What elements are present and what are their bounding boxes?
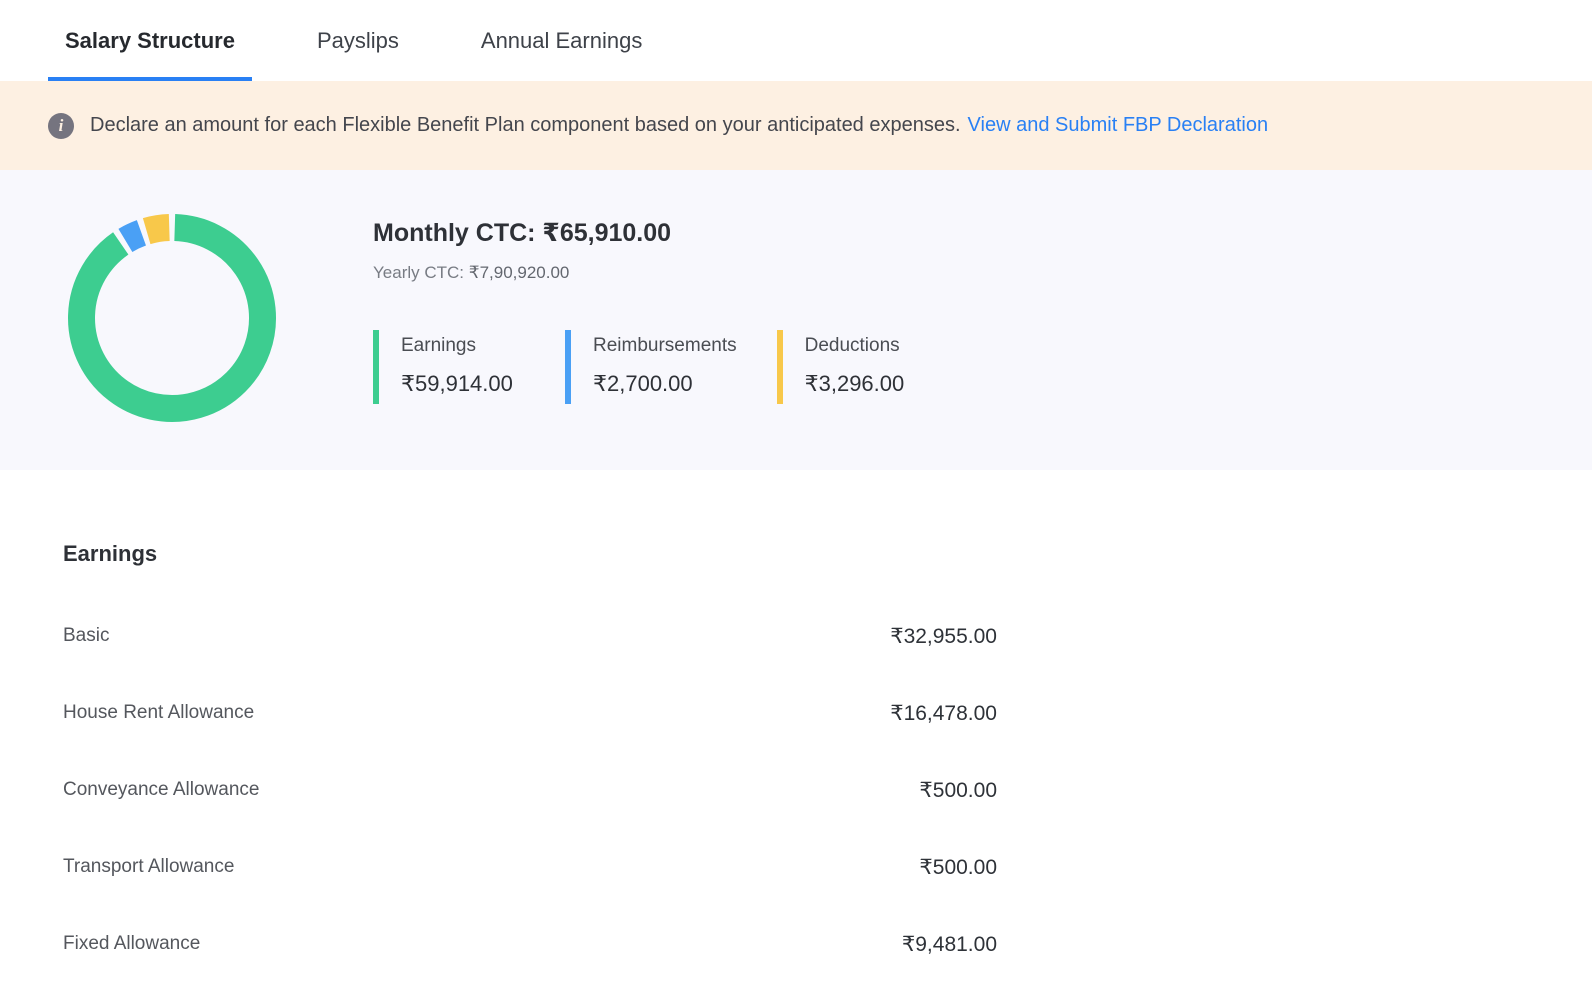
earnings-section-title: Earnings	[63, 540, 1592, 567]
stat-earnings-label: Earnings	[401, 335, 525, 357]
fbp-info-banner: i Declare an amount for each Flexible Be…	[0, 81, 1592, 170]
row-label: Conveyance Allowance	[63, 779, 259, 801]
stat-reimbursements-value: ₹2,700.00	[593, 371, 737, 397]
stat-earnings-value: ₹59,914.00	[401, 371, 525, 397]
earnings-row-conveyance: Conveyance Allowance ₹500.00	[63, 778, 997, 802]
earnings-section: Earnings Basic ₹32,955.00 House Rent All…	[0, 540, 1592, 956]
earnings-row-basic: Basic ₹32,955.00	[63, 624, 997, 648]
fbp-declaration-link[interactable]: View and Submit FBP Declaration	[968, 114, 1269, 137]
monthly-ctc: Monthly CTC: ₹65,910.00	[373, 218, 969, 248]
donut-svg	[66, 212, 278, 424]
donut-segment-reimbursements	[125, 233, 141, 241]
row-label: Fixed Allowance	[63, 933, 200, 955]
fbp-banner-text: Declare an amount for each Flexible Bene…	[90, 114, 961, 137]
stat-deductions-value: ₹3,296.00	[805, 371, 929, 397]
earnings-row-transport: Transport Allowance ₹500.00	[63, 855, 997, 879]
row-amount: ₹16,478.00	[890, 701, 997, 726]
yearly-ctc-value: ₹7,90,920.00	[469, 263, 570, 282]
row-amount: ₹500.00	[919, 778, 997, 803]
ctc-stats-row: Earnings ₹59,914.00 Reimbursements ₹2,70…	[373, 330, 969, 404]
stat-reimbursements: Reimbursements ₹2,700.00	[565, 330, 737, 404]
tab-annual-earnings-label: Annual Earnings	[481, 28, 642, 54]
stat-deductions: Deductions ₹3,296.00	[777, 330, 929, 404]
monthly-ctc-value: ₹65,910.00	[542, 219, 671, 247]
earnings-row-hra: House Rent Allowance ₹16,478.00	[63, 701, 997, 725]
earnings-rows: Basic ₹32,955.00 House Rent Allowance ₹1…	[63, 624, 997, 956]
tab-bar: Salary Structure Payslips Annual Earning…	[0, 0, 1592, 81]
donut-segment-deductions	[147, 228, 170, 232]
monthly-ctc-label: Monthly CTC:	[373, 219, 535, 247]
stat-reimbursements-label: Reimbursements	[593, 335, 737, 357]
stat-deductions-label: Deductions	[805, 335, 929, 357]
active-tab-underline	[48, 77, 252, 81]
tab-payslips-label: Payslips	[317, 28, 399, 54]
row-label: Basic	[63, 625, 109, 647]
tab-annual-earnings[interactable]: Annual Earnings	[464, 0, 659, 81]
donut-segment-earnings	[82, 228, 263, 409]
info-icon: i	[48, 113, 74, 139]
row-amount: ₹500.00	[919, 855, 997, 880]
row-label: House Rent Allowance	[63, 702, 254, 724]
ctc-donut-chart	[66, 212, 278, 424]
yearly-ctc: Yearly CTC: ₹7,90,920.00	[373, 263, 969, 283]
tab-salary-structure-label: Salary Structure	[65, 28, 235, 54]
ctc-summary-panel: Monthly CTC: ₹65,910.00 Yearly CTC: ₹7,9…	[0, 170, 1592, 470]
tab-payslips[interactable]: Payslips	[300, 0, 416, 81]
ctc-summary-details: Monthly CTC: ₹65,910.00 Yearly CTC: ₹7,9…	[373, 170, 969, 404]
row-label: Transport Allowance	[63, 856, 234, 878]
row-amount: ₹32,955.00	[890, 624, 997, 649]
earnings-row-fixed: Fixed Allowance ₹9,481.00	[63, 932, 997, 956]
tab-salary-structure[interactable]: Salary Structure	[48, 0, 252, 81]
stat-earnings: Earnings ₹59,914.00	[373, 330, 525, 404]
row-amount: ₹9,481.00	[902, 932, 997, 957]
yearly-ctc-label: Yearly CTC:	[373, 263, 464, 282]
